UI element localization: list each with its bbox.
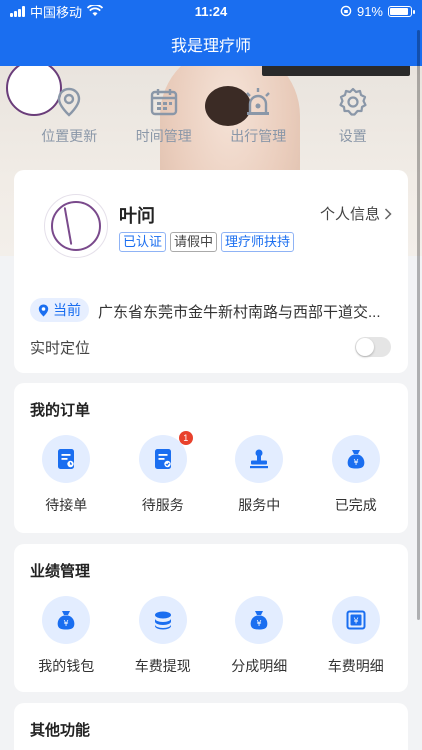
document-icon <box>58 449 75 469</box>
svg-text:¥: ¥ <box>64 619 69 628</box>
nav-bar: 我是理疗师 <box>0 22 422 66</box>
perf-fare-detail-label: 车费明细 <box>327 658 384 674</box>
perf-fare-detail[interactable]: ¥ 车费明细 <box>311 596 401 676</box>
money-bag-icon: ¥ <box>250 611 268 630</box>
perf-my-wallet-circle: ¥ <box>42 596 91 644</box>
realtime-location-label: 实时定位 <box>30 340 91 357</box>
status-bar: 中国移动 11:24 91% <box>0 0 422 22</box>
toggle-knob <box>356 338 374 356</box>
quick-actions: 位置更新 时间管理 出行管理 设置 <box>0 86 422 146</box>
perf-commission-detail-label: 分成明细 <box>231 658 288 674</box>
scrollbar[interactable] <box>417 30 420 620</box>
my-orders-card: 我的订单 待接单 1 待服务 服务中 ¥ 已完成 <box>14 383 408 533</box>
order-pending-accept-label: 待接单 <box>45 497 88 513</box>
wifi-icon <box>87 5 104 16</box>
carrier-label: 中国移动 <box>30 4 83 20</box>
quick-settings[interactable]: 设置 <box>306 86 401 146</box>
order-in-service[interactable]: 服务中 <box>214 435 304 515</box>
pending-service-badge: 1 <box>178 431 193 445</box>
profile-card: 叶问 个人信息 已认证 请假中 理疗师扶持 当前 广东省东莞市金牛新村南路与西部… <box>14 170 408 373</box>
current-address: 广东省东莞市金牛新村南路与西部干道交... <box>98 304 381 321</box>
battery-fill <box>390 7 409 15</box>
avatar-logo <box>51 201 101 251</box>
calendar-icon <box>150 89 177 116</box>
current-location-label: 当前 <box>53 302 81 318</box>
stamp-icon <box>250 449 269 469</box>
order-pending-service-label: 待服务 <box>141 497 184 513</box>
perf-my-wallet-label: 我的钱包 <box>38 658 95 674</box>
status-tags: 已认证 请假中 理疗师扶持 <box>119 232 295 252</box>
banner-sign <box>262 66 410 76</box>
quick-settings-label: 设置 <box>338 128 367 144</box>
orders-grid: 待接单 1 待服务 服务中 ¥ 已完成 <box>14 431 408 515</box>
performance-grid: ¥ 我的钱包 车费提现 ¥ 分成明细 ¥ 车费明细 <box>14 596 408 676</box>
quick-time-label: 时间管理 <box>135 128 192 144</box>
page-title: 我是理疗师 <box>170 38 251 55</box>
status-left: 中国移动 <box>10 2 104 21</box>
order-in-service-circle <box>235 435 284 483</box>
perf-my-wallet[interactable]: ¥ 我的钱包 <box>21 596 111 676</box>
order-in-service-label: 服务中 <box>238 497 281 513</box>
coins-icon <box>154 611 171 630</box>
yen-receipt-icon: ¥ <box>346 610 366 630</box>
battery-icon <box>388 5 415 17</box>
order-completed-circle: ¥ <box>331 435 380 483</box>
my-orders-title: 我的订单 <box>30 402 91 419</box>
avatar[interactable] <box>44 194 108 258</box>
quick-time-manage[interactable]: 时间管理 <box>117 86 212 146</box>
gear-icon <box>339 87 367 116</box>
document-check-icon <box>154 449 171 469</box>
svg-text:¥: ¥ <box>353 617 358 626</box>
alarm-light-icon <box>246 88 271 115</box>
current-location-pill: 当前 <box>30 298 89 322</box>
chevron-right-icon <box>384 207 392 220</box>
signal-icon <box>10 5 25 17</box>
order-completed[interactable]: ¥ 已完成 <box>311 435 401 515</box>
perf-fare-withdraw-label: 车费提现 <box>134 658 191 674</box>
order-pending-service-circle: 1 <box>138 431 193 483</box>
battery-percent: 91% <box>356 3 383 19</box>
tag-verified: 已认证 <box>119 232 167 252</box>
quick-travel-manage[interactable]: 出行管理 <box>211 86 306 146</box>
therapist-name: 叶问 <box>119 206 155 226</box>
perf-fare-withdraw-circle <box>138 596 187 644</box>
clock: 11:24 <box>194 3 228 19</box>
quick-location-label: 位置更新 <box>41 128 98 144</box>
svg-text:¥: ¥ <box>353 458 358 467</box>
tag-on-leave: 请假中 <box>170 232 218 252</box>
order-pending-accept-circle <box>42 435 91 483</box>
perf-fare-detail-circle: ¥ <box>331 596 380 644</box>
money-bag-icon: ¥ <box>347 450 365 469</box>
svg-text:¥: ¥ <box>257 619 262 628</box>
quick-travel-label: 出行管理 <box>230 128 287 144</box>
other-functions-title: 其他功能 <box>30 722 91 739</box>
perf-fare-withdraw[interactable]: 车费提现 <box>118 596 208 676</box>
location-pin-icon <box>38 304 49 316</box>
order-pending-accept[interactable]: 待接单 <box>21 435 111 515</box>
perf-commission-detail-circle: ¥ <box>235 596 284 644</box>
order-pending-service[interactable]: 1 待服务 <box>118 431 208 515</box>
personal-info-link[interactable]: 个人信息 <box>320 203 392 224</box>
wallet-bag-icon: ¥ <box>57 611 75 630</box>
location-pin-icon <box>58 87 81 117</box>
tag-support: 理疗师扶持 <box>221 232 295 252</box>
orientation-lock-icon <box>340 5 352 17</box>
order-completed-label: 已完成 <box>334 497 377 513</box>
performance-title: 业绩管理 <box>30 563 91 580</box>
perf-commission-detail[interactable]: ¥ 分成明细 <box>214 596 304 676</box>
realtime-location-toggle[interactable] <box>355 337 391 357</box>
performance-card: 业绩管理 ¥ 我的钱包 车费提现 ¥ 分成明细 ¥ 车费明细 <box>14 544 408 692</box>
quick-location-update[interactable]: 位置更新 <box>22 86 117 146</box>
status-right: 91% <box>340 3 415 19</box>
personal-info-label: 个人信息 <box>319 206 380 223</box>
other-functions-card: 其他功能 <box>14 703 408 750</box>
